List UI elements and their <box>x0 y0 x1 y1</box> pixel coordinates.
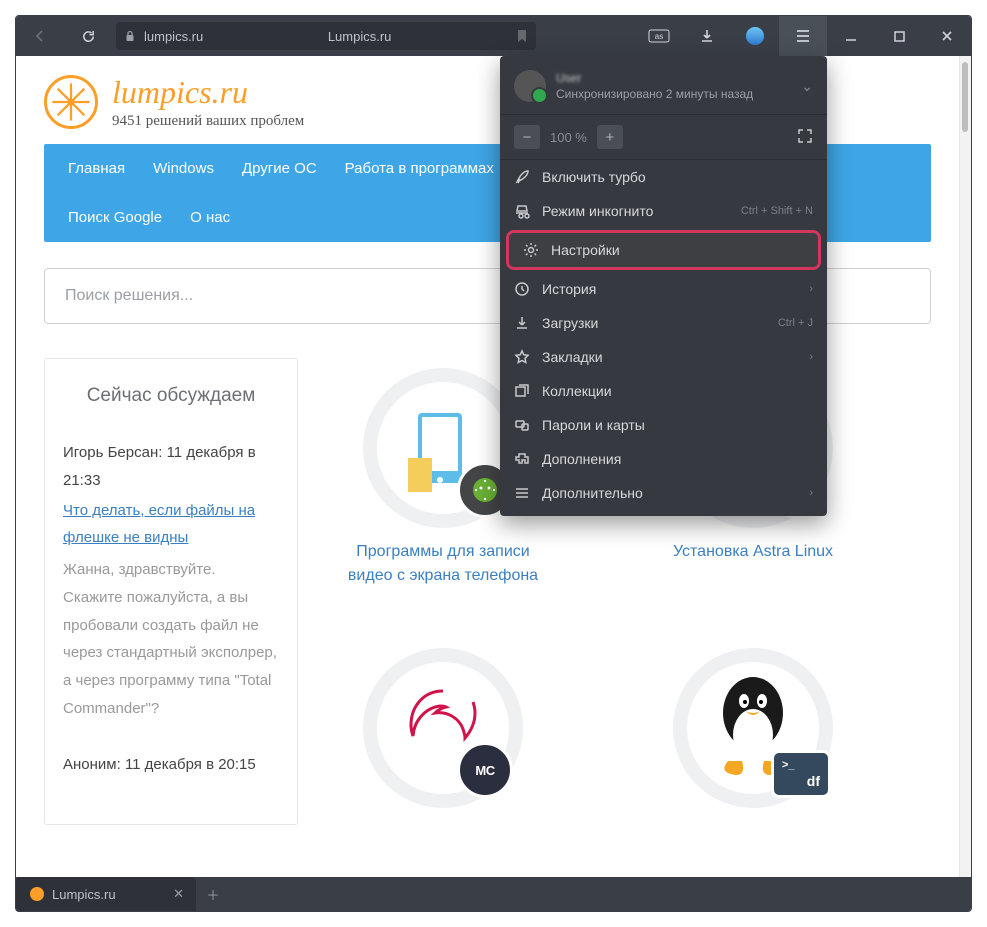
zoom-out-button[interactable]: − <box>514 125 540 149</box>
chevron-right-icon: › <box>809 351 813 363</box>
menu-button[interactable] <box>779 16 827 56</box>
comment-link[interactable]: Что делать, если файлы на флешке не видн… <box>63 497 279 553</box>
article-card[interactable]: MC <box>338 648 548 820</box>
tab-close-icon[interactable]: ✕ <box>173 886 184 902</box>
profile-name: User <box>556 71 753 85</box>
new-tab-button[interactable]: ＋ <box>196 877 230 911</box>
minimize-button[interactable] <box>827 16 875 56</box>
menu-item-settings[interactable]: Настройки <box>509 233 818 267</box>
menu-item-addons[interactable]: Дополнения <box>500 442 827 476</box>
main-menu-dropdown: User Синхронизировано 2 минуты назад ⌄ −… <box>500 56 827 516</box>
menu-item-history[interactable]: История › <box>500 272 827 306</box>
reload-button[interactable] <box>64 16 112 56</box>
zoom-in-button[interactable]: + <box>597 125 623 149</box>
comment-author: Аноним: 11 декабря в 20:15 <box>63 751 279 779</box>
comment-text: Жанна, здравствуйте. Скажите пожалуйста,… <box>63 556 279 723</box>
comment-item: Аноним: 11 декабря в 20:15 <box>63 751 279 779</box>
browser-window: lumpics.ru Lumpics.ru as lumpics.ru 9451… <box>15 15 972 912</box>
shortcut-label: Ctrl + Shift + N <box>741 205 813 217</box>
tabs-bar: Lumpics.ru ✕ ＋ <box>16 877 971 911</box>
back-button[interactable] <box>16 16 64 56</box>
close-button[interactable] <box>923 16 971 56</box>
address-bar[interactable]: lumpics.ru Lumpics.ru <box>116 22 536 50</box>
lock-icon <box>124 30 136 42</box>
site-subtitle: 9451 решений ваших проблем <box>112 113 304 130</box>
nav-item-windows[interactable]: Windows <box>139 144 228 193</box>
downloads-button[interactable] <box>683 16 731 56</box>
badge-label: df <box>807 773 820 789</box>
sidebar: Сейчас обсуждаем Игорь Берсан: 11 декабр… <box>44 358 298 825</box>
article-card[interactable]: >_df <box>648 648 858 820</box>
content-area: lumpics.ru 9451 решений ваших проблем Гл… <box>16 56 971 877</box>
zoom-controls: − 100 % + <box>500 115 827 160</box>
menu-item-passwords[interactable]: Пароли и карты <box>500 408 827 442</box>
article-caption: Программы для записи видео с экрана теле… <box>338 540 548 588</box>
scrollbar[interactable] <box>959 56 971 877</box>
maximize-button[interactable] <box>875 16 923 56</box>
nav-item-home[interactable]: Главная <box>54 144 139 193</box>
extension-button[interactable]: as <box>635 16 683 56</box>
article-caption: Установка Astra Linux <box>648 540 858 564</box>
comment-item: Игорь Берсан: 11 декабря в 21:33 Что дел… <box>63 439 279 723</box>
fullscreen-button[interactable] <box>797 128 813 147</box>
site-logo-icon <box>44 75 98 129</box>
comment-author: Игорь Берсан: 11 декабря в 21:33 <box>63 439 279 495</box>
bookmark-icon[interactable] <box>516 29 528 43</box>
menu-item-more[interactable]: Дополнительно › <box>500 476 827 510</box>
address-host-text: lumpics.ru <box>144 29 203 44</box>
menu-profile-row[interactable]: User Синхронизировано 2 минуты назад ⌄ <box>500 56 827 115</box>
badge-label: MC <box>475 763 494 778</box>
avatar-icon <box>514 70 546 102</box>
nav-item-programs[interactable]: Работа в программах <box>331 144 508 193</box>
menu-item-collections[interactable]: Коллекции <box>500 374 827 408</box>
favicon-icon <box>30 887 44 901</box>
tab[interactable]: Lumpics.ru ✕ <box>16 877 196 911</box>
nav-item-other-os[interactable]: Другие ОС <box>228 144 331 193</box>
sync-status-text: Синхронизировано 2 минуты назад <box>556 87 753 101</box>
chevron-right-icon: › <box>809 487 813 499</box>
chevron-right-icon: › <box>809 283 813 295</box>
site-title: lumpics.ru <box>112 74 304 111</box>
svg-text:as: as <box>655 32 663 41</box>
menu-item-incognito[interactable]: Режим инкогнито Ctrl + Shift + N <box>500 194 827 228</box>
zoom-value: 100 % <box>550 130 587 145</box>
nav-item-about[interactable]: О нас <box>176 193 244 242</box>
menu-item-turbo[interactable]: Включить турбо <box>500 160 827 194</box>
titlebar: lumpics.ru Lumpics.ru as <box>16 16 971 56</box>
address-title: Lumpics.ru <box>211 29 508 44</box>
menu-item-settings-highlight: Настройки <box>506 230 821 270</box>
discussion-panel-title: Сейчас обсуждаем <box>45 359 297 427</box>
tab-title: Lumpics.ru <box>52 887 116 902</box>
menu-item-downloads[interactable]: Загрузки Ctrl + J <box>500 306 827 340</box>
menu-item-bookmarks[interactable]: Закладки › <box>500 340 827 374</box>
profile-button[interactable] <box>731 16 779 56</box>
shortcut-label: Ctrl + J <box>778 317 813 329</box>
chevron-down-icon: ⌄ <box>801 78 813 95</box>
nav-item-google[interactable]: Поиск Google <box>54 193 176 242</box>
discussion-panel: Сейчас обсуждаем Игорь Берсан: 11 декабр… <box>44 358 298 825</box>
